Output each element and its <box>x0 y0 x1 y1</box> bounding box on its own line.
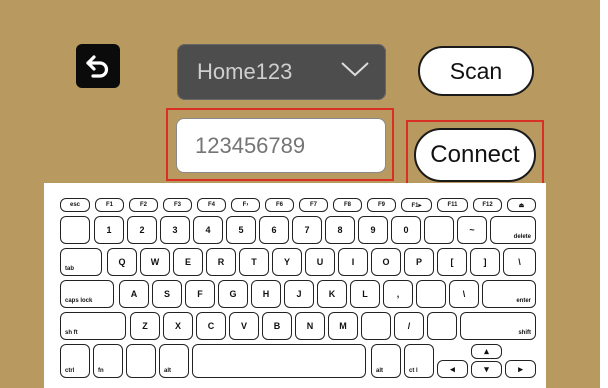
key-q[interactable]: Q <box>107 248 137 276</box>
key-quote[interactable] <box>416 280 446 308</box>
key-shift-right[interactable]: shift <box>460 312 536 340</box>
network-select[interactable]: Home123 <box>177 44 386 100</box>
key-f9[interactable]: F9 <box>367 198 396 212</box>
key-w[interactable]: W <box>140 248 170 276</box>
key-h[interactable]: H <box>251 280 281 308</box>
key-f11[interactable]: F11 <box>437 198 468 212</box>
key-c[interactable]: C <box>196 312 226 340</box>
key-option[interactable] <box>126 344 156 378</box>
key-f10[interactable]: F1▸ <box>401 198 432 212</box>
key-2[interactable]: 2 <box>127 216 157 244</box>
key-4[interactable]: 4 <box>193 216 223 244</box>
key-backtick[interactable] <box>60 216 90 244</box>
key-f7[interactable]: F7 <box>299 198 328 212</box>
key-f2[interactable]: F2 <box>129 198 158 212</box>
key-f3[interactable]: F3 <box>163 198 192 212</box>
key-a[interactable]: A <box>119 280 149 308</box>
key-u[interactable]: U <box>305 248 335 276</box>
key-caps-lock[interactable]: caps lock <box>60 280 114 308</box>
key-f6[interactable]: F6 <box>265 198 294 212</box>
key-z[interactable]: Z <box>130 312 160 340</box>
back-button[interactable] <box>76 44 120 88</box>
network-select-value: Home123 <box>197 59 293 84</box>
key-f4[interactable]: F4 <box>197 198 226 212</box>
key-r[interactable]: R <box>206 248 236 276</box>
key-3[interactable]: 3 <box>160 216 190 244</box>
key-arrow-left[interactable]: ◂ <box>437 360 468 378</box>
key-t[interactable]: T <box>239 248 269 276</box>
key-0[interactable]: 0 <box>391 216 421 244</box>
password-input[interactable] <box>176 118 386 173</box>
key-close-bracket[interactable]: ] <box>470 248 500 276</box>
key-ctrl-right[interactable]: ct l <box>404 344 434 378</box>
key-f1[interactable]: F1 <box>95 198 124 212</box>
key-arrow-right[interactable]: ▸ <box>505 360 536 378</box>
key-8[interactable]: 8 <box>325 216 355 244</box>
key-f8[interactable]: F8 <box>333 198 362 212</box>
key-f12[interactable]: F12 <box>473 198 502 212</box>
key-7[interactable]: 7 <box>292 216 322 244</box>
key-n[interactable]: N <box>295 312 325 340</box>
key-open-bracket[interactable]: [ <box>437 248 467 276</box>
key-ctrl[interactable]: ctrl <box>60 344 90 378</box>
back-arrow-icon <box>86 55 109 78</box>
key-arrow-up[interactable]: ▴ <box>471 344 502 359</box>
scan-button[interactable]: Scan <box>418 46 534 96</box>
key-b[interactable]: B <box>262 312 292 340</box>
connect-button[interactable]: Connect <box>414 128 536 182</box>
key-l[interactable]: L <box>350 280 380 308</box>
key-x[interactable]: X <box>163 312 193 340</box>
key-minus[interactable] <box>424 216 454 244</box>
key-p[interactable]: P <box>404 248 434 276</box>
key-tilde[interactable]: ~ <box>457 216 487 244</box>
key-backslash-2[interactable]: \ <box>449 280 479 308</box>
key-k[interactable]: K <box>317 280 347 308</box>
key-1[interactable]: 1 <box>94 216 124 244</box>
key-backslash[interactable]: \ <box>503 248 536 276</box>
key-period[interactable] <box>361 312 391 340</box>
key-m[interactable]: M <box>328 312 358 340</box>
screen: Home123 Scan Connect esc F1 F2 F3 F4 F› … <box>0 0 608 388</box>
key-eject[interactable]: ⏏ <box>507 198 536 212</box>
key-alt-right[interactable]: alt <box>371 344 401 378</box>
key-j[interactable]: J <box>284 280 314 308</box>
key-fn[interactable]: fn <box>93 344 123 378</box>
key-s[interactable]: S <box>152 280 182 308</box>
key-enter[interactable]: enter <box>482 280 536 308</box>
key-slash[interactable]: / <box>394 312 424 340</box>
key-5[interactable]: 5 <box>226 216 256 244</box>
key-9[interactable]: 9 <box>358 216 388 244</box>
on-screen-keyboard: esc F1 F2 F3 F4 F› F6 F7 F8 F9 F1▸ F11 F… <box>44 183 546 388</box>
key-comma[interactable]: , <box>383 280 413 308</box>
key-y[interactable]: Y <box>272 248 302 276</box>
key-esc[interactable]: esc <box>60 198 90 212</box>
key-v[interactable]: V <box>229 312 259 340</box>
key-i[interactable]: I <box>338 248 368 276</box>
key-e[interactable]: E <box>173 248 203 276</box>
key-f5[interactable]: F› <box>231 198 260 212</box>
chevron-down-icon <box>341 62 369 77</box>
key-g[interactable]: G <box>218 280 248 308</box>
key-delete[interactable]: delete <box>490 216 536 244</box>
key-o[interactable]: O <box>371 248 401 276</box>
wifi-setup-panel: Home123 Scan Connect esc F1 F2 F3 F4 F› … <box>0 0 600 388</box>
key-f[interactable]: F <box>185 280 215 308</box>
key-question[interactable] <box>427 312 457 340</box>
key-alt-left[interactable]: alt <box>159 344 189 378</box>
key-shift-left[interactable]: sh ft <box>60 312 126 340</box>
key-space[interactable] <box>192 344 366 378</box>
key-arrow-down[interactable]: ▾ <box>471 361 502 378</box>
key-tab[interactable]: tab <box>60 248 102 276</box>
key-6[interactable]: 6 <box>259 216 289 244</box>
